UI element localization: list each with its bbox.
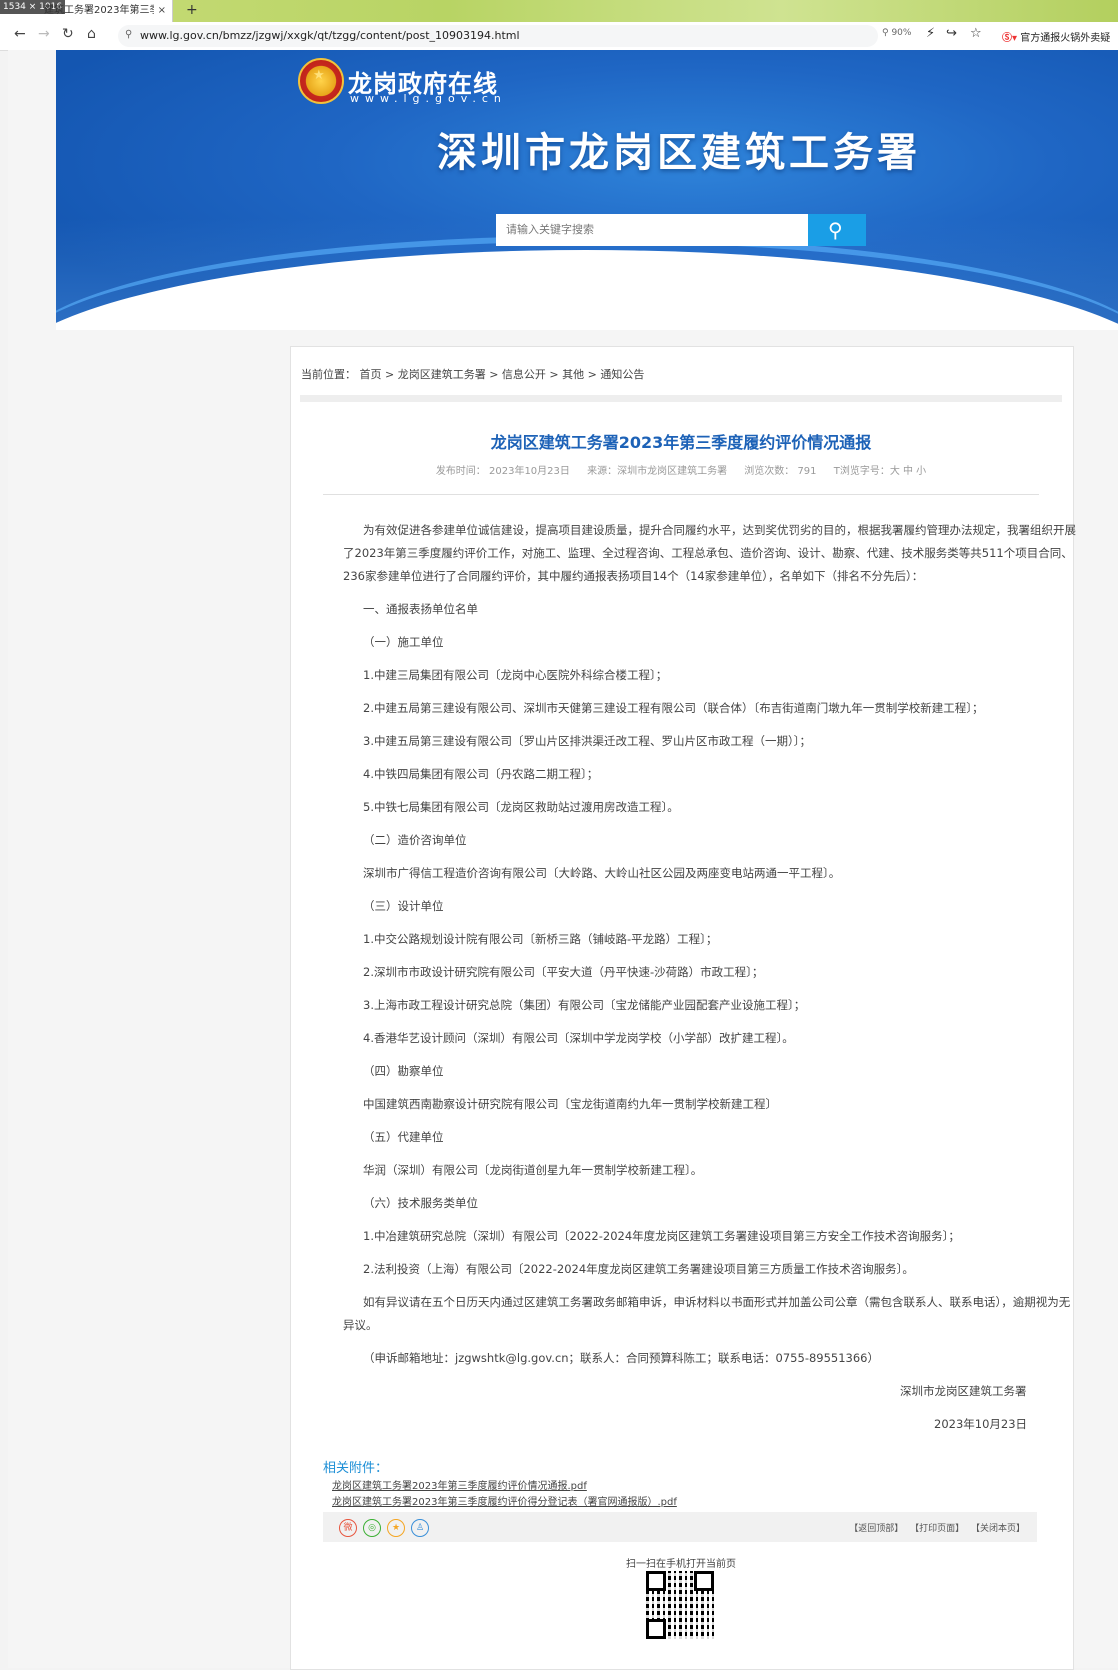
close-page-link[interactable]: 【关闭本页】 — [971, 1524, 1025, 1534]
hot-news-text: 官方通报火锅外卖疑 — [1020, 33, 1111, 44]
page-tools: 【返回顶部】 【打印页面】 【关闭本页】 — [845, 1521, 1025, 1534]
subsection-heading: （四）勘察单位 — [363, 1064, 444, 1078]
search-icon: ⚲ — [125, 29, 133, 40]
paragraph: 异议。 — [343, 1318, 378, 1332]
forward-icon[interactable]: → — [38, 26, 50, 42]
list-item: 4.中铁四局集团有限公司〔丹农路二期工程〕； — [363, 767, 599, 781]
lightning-icon[interactable]: ⚡ — [926, 26, 935, 41]
list-item: 1.中交公路规划设计院有限公司〔新桥三路（铺岐路-平龙路）工程〕； — [363, 932, 718, 946]
paragraph: 为有效促进各参建单位诚信建设，提高项目建设质量，提升合同履约水平，达到奖优罚劣的… — [363, 523, 1076, 537]
divider — [323, 494, 1039, 495]
nav-interaction[interactable]: 互动交流 — [970, 298, 1022, 317]
attachment-link[interactable]: 龙岗区建筑工务署2023年第三季度履约评价情况通报.pdf — [332, 1477, 587, 1492]
reload-icon[interactable]: ↻ — [62, 26, 74, 42]
wechat-icon[interactable]: ◎ — [363, 1519, 381, 1537]
list-item: 5.中铁七局集团有限公司〔龙岗区救助站过渡用房改造工程〕。 — [363, 800, 679, 814]
paragraph: 236家参建单位进行了合同履约评价，其中履约通报表扬项目14个（14家参建单位）… — [343, 569, 924, 583]
attachments-heading: 相关附件： — [323, 1461, 389, 1476]
back-icon[interactable]: ← — [14, 26, 26, 42]
list-item: 1.中冶建筑研究总院（深圳）有限公司〔2022-2024年度龙岗区建筑工务署建设… — [363, 1229, 960, 1243]
back-to-top-link[interactable]: 【返回顶部】 — [849, 1524, 903, 1534]
breadcrumb[interactable]: 当前位置： 首页 > 龙岗区建筑工务署 > 信息公开 > 其他 > 通知公告 — [301, 366, 644, 382]
close-icon[interactable]: × — [158, 0, 166, 22]
list-item: 深圳市广得信工程造价咨询有限公司〔大岭路、大岭山社区公园及两座变电站两通一平工程… — [363, 866, 841, 880]
paragraph: 了2023年第三季度履约评价工作，对施工、监理、全过程咨询、工程总承包、造价咨询… — [343, 546, 1073, 560]
header-banner — [56, 50, 1118, 330]
signature-org: 深圳市龙岗区建筑工务署 — [900, 1384, 1027, 1398]
zoom-level[interactable]: ⚲ 90% — [882, 28, 911, 38]
paragraph: 如有异议请在五个日历天内通过区建筑工务署政务邮箱申诉，申诉材料以书面形式并加盖公… — [363, 1295, 1071, 1309]
browser-tab[interactable]: 1534 × 1016 建筑工务署2023年第三季 × — [0, 0, 173, 22]
list-item: 2.深圳市市政设计研究院有限公司〔平安大道（丹平快速-沙荷路）市政工程〕； — [363, 965, 764, 979]
contact-info: （申诉邮箱地址：jzgwshtk@lg.gov.cn；联系人：合同预算科陈工；联… — [363, 1351, 879, 1365]
list-item: 4.香港华艺设计顾问（深圳）有限公司〔深圳中学龙岗学校（小学部）改扩建工程〕。 — [363, 1031, 794, 1045]
article-meta: 发布时间： 2023年10月23日 来源：深圳市龙岗区建筑工务署 浏览次数： 7… — [290, 462, 1072, 477]
national-emblem-icon: ★ — [298, 58, 344, 104]
list-item: 1.中建三局集团有限公司〔龙岗中心医院外科综合楼工程〕； — [363, 668, 668, 682]
qq-icon[interactable]: ♙ — [411, 1519, 429, 1537]
search-button[interactable]: ⚲ — [808, 214, 866, 246]
home-icon[interactable]: ⌂ — [87, 26, 96, 42]
subsection-heading: （五）代建单位 — [363, 1130, 444, 1144]
site-title: 深圳市龙岗区建筑工务署 — [437, 130, 921, 176]
subsection-heading: （六）技术服务类单位 — [363, 1196, 478, 1210]
list-item: 3.上海市政工程设计研究总院（集团）有限公司〔宝龙储能产业园配套产业设施工程〕； — [363, 998, 806, 1012]
section-heading: 一、通报表扬单位名单 — [363, 602, 478, 616]
zoom-value: 90% — [891, 28, 912, 38]
nav-info[interactable]: 信息公开 — [658, 308, 710, 327]
new-tab-button[interactable]: + — [186, 0, 198, 20]
subsection-heading: （二）造价咨询单位 — [363, 833, 467, 847]
attachment-link[interactable]: 龙岗区建筑工务署2023年第三季度履约评价得分登记表（署官网通报版）.pdf — [332, 1493, 677, 1508]
qr-code-icon — [646, 1571, 714, 1639]
search-placeholder: 请输入关键字搜索 — [506, 223, 594, 236]
browser-tab-bar: 1534 × 1016 建筑工务署2023年第三季 × + — [0, 0, 1118, 22]
address-bar: ← → ↻ ⌂ ⚲ www.lg.gov.cn/bmzz/jzgwj/xxgk/… — [0, 22, 1118, 51]
signature-date: 2023年10月23日 — [934, 1417, 1028, 1431]
search-icon: ⚲ — [828, 218, 843, 242]
list-item: 2.中建五局第三建设有限公司、深圳市天健第三建设工程有限公司（联合体）〔布吉街道… — [363, 701, 984, 715]
search-input[interactable]: 请输入关键字搜索 — [496, 214, 808, 246]
share-icon[interactable]: ↪ — [946, 26, 957, 41]
list-item: 中国建筑西南勘察设计研究院有限公司〔宝龙街道南约九年一贯制学校新建工程〕 — [363, 1097, 777, 1111]
nav-home[interactable]: 首页 — [356, 298, 382, 317]
url-field[interactable]: ⚲ www.lg.gov.cn/bmzz/jzgwj/xxgk/qt/tzgg/… — [118, 25, 878, 47]
news-logo-icon: Ⓢ▾ — [1002, 33, 1018, 44]
weibo-icon[interactable]: 微 — [339, 1519, 357, 1537]
font-size-switch[interactable]: T浏览字号：大 中 小 — [834, 466, 926, 477]
subsection-heading: （一）施工单位 — [363, 635, 444, 649]
source: 来源：深圳市龙岗区建筑工务署 — [587, 466, 728, 477]
view-count: 浏览次数： 791 — [744, 466, 817, 477]
nav-services[interactable]: 政务服务 — [814, 308, 866, 327]
qr-caption: 扫一扫在手机打开当前页 — [626, 1559, 736, 1570]
subsection-heading: （三）设计单位 — [363, 899, 444, 913]
list-item: 2.法利投资（上海）有限公司〔2022-2024年度龙岗区建筑工务署建设项目第三… — [363, 1262, 914, 1276]
nav-about[interactable]: 机构概况 — [502, 308, 554, 327]
tab-title: 建筑工务署2023年第三季 — [44, 5, 154, 16]
site-logo-url: www.lg.gov.cn — [350, 92, 507, 105]
favorite-icon[interactable]: ☆ — [970, 26, 982, 41]
divider-bar — [300, 395, 1062, 402]
print-link[interactable]: 【打印页面】 — [910, 1524, 964, 1534]
qzone-icon[interactable]: ★ — [387, 1519, 405, 1537]
publish-time: 发布时间： 2023年10月23日 — [435, 466, 570, 477]
url-text: www.lg.gov.cn/bmzz/jzgwj/xxgk/qt/tzgg/co… — [140, 29, 520, 42]
list-item: 3.中建五局第三建设有限公司〔罗山片区排洪渠迁改工程、罗山片区市政工程（一期）〕… — [363, 734, 811, 748]
hot-news[interactable]: Ⓢ▾ 官方通报火锅外卖疑 — [1002, 29, 1110, 44]
share-toolbar: 微 ◎ ★ ♙ 【返回顶部】 【打印页面】 【关闭本页】 — [323, 1512, 1037, 1542]
list-item: 华润（深圳）有限公司〔龙岗街道创星九年一贯制学校新建工程〕。 — [363, 1163, 703, 1177]
article-title: 龙岗区建筑工务署2023年第三季度履约评价情况通报 — [490, 433, 872, 452]
